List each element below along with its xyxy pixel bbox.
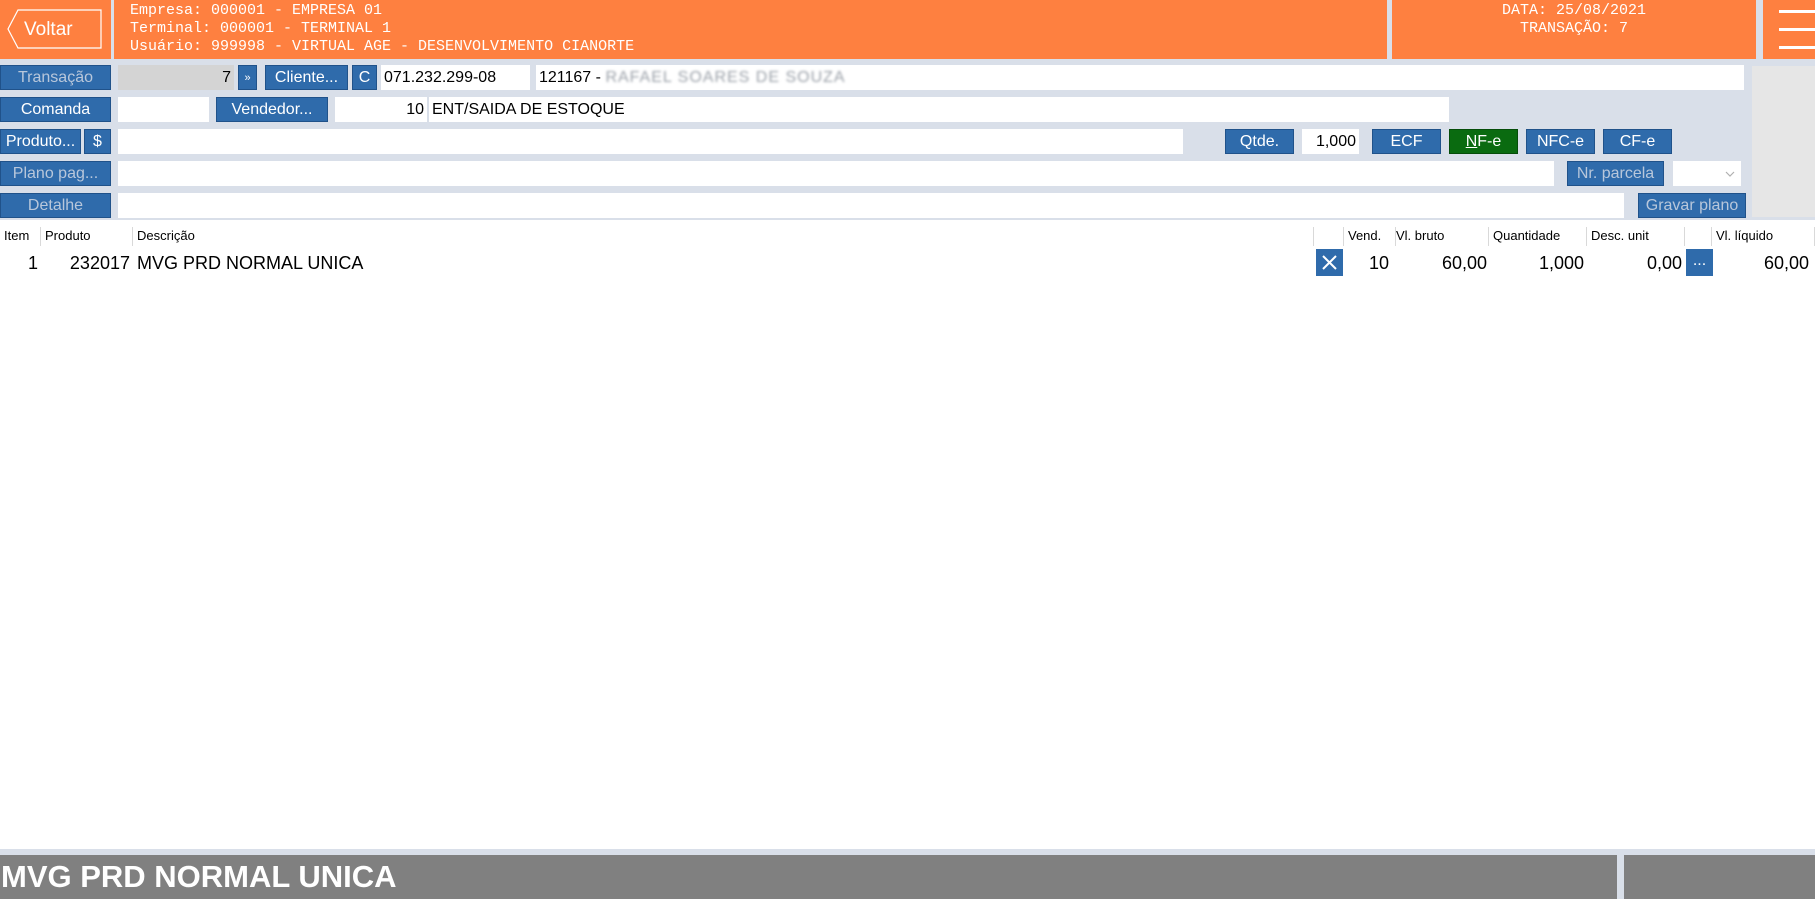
cliente-button[interactable]: Cliente...: [265, 65, 348, 90]
comanda-button[interactable]: Comanda: [0, 97, 111, 122]
menu-line: [1779, 10, 1815, 13]
form-side-panel: [1752, 66, 1815, 217]
parcela-select[interactable]: [1673, 161, 1741, 186]
cell-vl-bruto: 60,00: [1441, 253, 1487, 273]
back-button-label[interactable]: Voltar: [24, 19, 73, 41]
cliente-name: RAFAEL SOARES DE SOUZA: [605, 69, 846, 86]
nfce-button[interactable]: NFC-e: [1526, 129, 1595, 154]
cell-produto: 232017: [69, 253, 130, 273]
col-remove: [1314, 227, 1344, 246]
cfe-button[interactable]: CF-e: [1603, 129, 1672, 154]
col-desc-unit[interactable]: Desc. unit: [1587, 227, 1685, 246]
nfe-mnemonic: N: [1465, 133, 1478, 150]
menu-line: [1779, 28, 1815, 31]
nfe-label-rest: F-e: [1477, 133, 1502, 150]
cell-item: 1: [27, 253, 38, 273]
cliente-name-field[interactable]: 121167 - RAFAEL SOARES DE SOUZA: [536, 65, 1744, 90]
plano-pagamento-button[interactable]: Plano pag...: [0, 161, 111, 186]
col-vl-liquido[interactable]: Vl. líquido: [1712, 227, 1815, 246]
date-text: DATA: 25/08/2021: [1501, 2, 1647, 19]
item-more-button[interactable]: ...: [1686, 249, 1713, 276]
usuario-text: Usuário: 999998 - VIRTUAL AGE - DESENVOL…: [130, 38, 635, 55]
hamburger-menu-icon[interactable]: [1763, 0, 1815, 59]
terminal-text: Terminal: 000001 - TERMINAL 1: [130, 20, 392, 37]
current-product-display: MVG PRD NORMAL UNICA: [0, 855, 1617, 899]
col-vl-bruto[interactable]: Vl. bruto: [1392, 227, 1489, 246]
menu-line: [1779, 46, 1815, 49]
cell-descricao: MVG PRD NORMAL UNICA: [137, 253, 364, 273]
items-grid-header: Item Produto Descrição Vend. Vl. bruto Q…: [0, 227, 1815, 246]
vendedor-button[interactable]: Vendedor...: [216, 97, 328, 122]
col-descricao[interactable]: Descrição: [133, 227, 1314, 246]
cliente-code: 121167 -: [539, 69, 601, 86]
qtde-field[interactable]: 1,000: [1302, 129, 1359, 154]
qtde-button[interactable]: Qtde.: [1225, 129, 1294, 154]
footer-side-panel: [1624, 855, 1815, 899]
session-info: Empresa: 000001 - EMPRESA 01 Terminal: 0…: [114, 0, 1387, 59]
vendedor-name-field: ENT/SAIDA DE ESTOQUE: [429, 97, 1449, 122]
col-vend[interactable]: Vend.: [1344, 227, 1396, 246]
empresa-text: Empresa: 000001 - EMPRESA 01: [130, 2, 383, 19]
plano-pagamento-field[interactable]: [118, 161, 1554, 186]
detalhe-field[interactable]: [118, 193, 1624, 218]
col-produto[interactable]: Produto: [41, 227, 133, 246]
cell-vl-liquido: 60,00: [1763, 253, 1809, 273]
c-button[interactable]: C: [352, 65, 377, 90]
transaction-number-text: TRANSAÇÃO: 7: [1519, 20, 1629, 37]
date-panel: DATA: 25/08/2021 TRANSAÇÃO: 7: [1392, 0, 1756, 59]
nfe-button[interactable]: NF-e: [1449, 129, 1518, 154]
pdv-window: Voltar Empresa: 000001 - EMPRESA 01 Term…: [0, 0, 1815, 899]
col-item[interactable]: Item: [0, 227, 41, 246]
back-panel: Voltar: [0, 0, 111, 59]
close-icon: [1322, 255, 1337, 270]
cell-quantidade: 1,000: [1538, 253, 1584, 273]
produto-button[interactable]: Produto...: [0, 129, 81, 154]
table-row[interactable]: 1 232017 MVG PRD NORMAL UNICA 10 60,00 1…: [0, 247, 1815, 279]
chevron-down-icon: [1725, 171, 1735, 177]
next-transaction-button[interactable]: »: [238, 65, 257, 90]
transacao-button[interactable]: Transação: [0, 65, 111, 90]
cell-desc-unit: 0,00: [1646, 253, 1682, 273]
gravar-plano-button[interactable]: Gravar plano: [1638, 193, 1746, 218]
cell-vend: 10: [1368, 253, 1389, 273]
cpf-field[interactable]: 071.232.299-08: [381, 65, 530, 90]
col-more: [1685, 227, 1712, 246]
detalhe-button[interactable]: Detalhe: [0, 193, 111, 218]
vendedor-code-field[interactable]: 10: [335, 97, 427, 122]
nr-parcela-button[interactable]: Nr. parcela: [1567, 161, 1664, 186]
col-quantidade[interactable]: Quantidade: [1489, 227, 1587, 246]
comanda-field[interactable]: [118, 97, 209, 122]
ecf-button[interactable]: ECF: [1372, 129, 1441, 154]
remove-item-button[interactable]: [1316, 249, 1343, 276]
transacao-field[interactable]: 7: [118, 65, 234, 90]
price-button[interactable]: $: [84, 129, 111, 154]
produto-field[interactable]: [118, 129, 1183, 154]
